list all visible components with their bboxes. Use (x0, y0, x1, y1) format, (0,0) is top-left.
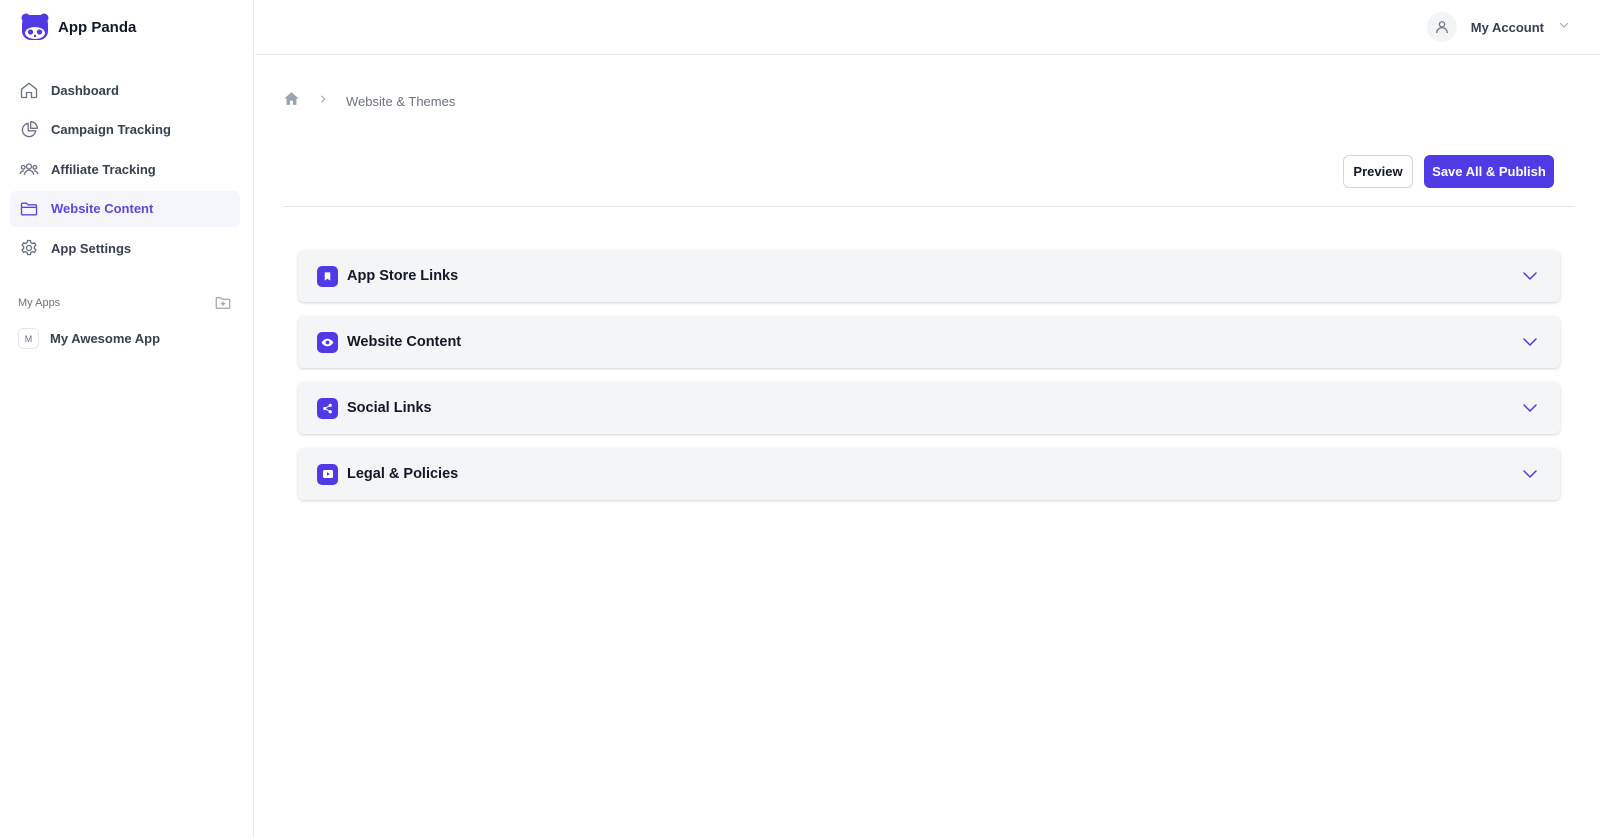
eye-icon (317, 331, 338, 353)
sidebar: App Panda Dashboard Campaign Tracking Af… (0, 0, 254, 837)
play-box-icon (317, 463, 338, 485)
sidebar-item-label: Website Content (51, 201, 154, 216)
breadcrumb-current[interactable]: Website & Themes (346, 94, 455, 109)
sidebar-item-label: Affiliate Tracking (51, 161, 156, 177)
chevron-down-icon (1558, 18, 1570, 36)
sidebar-item-label: Campaign Tracking (51, 122, 171, 137)
section-title: Social Links (347, 400, 432, 416)
user-icon (1426, 12, 1457, 42)
sidebar-item-campaign-tracking[interactable]: Campaign Tracking (10, 112, 240, 148)
chevron-down-icon[interactable] (1520, 266, 1540, 286)
section-title: Website Content (347, 334, 462, 350)
folder-plus-icon[interactable] (213, 293, 233, 313)
chevron-down-icon[interactable] (1520, 332, 1540, 352)
folder-icon (18, 198, 40, 220)
sidebar-item-website-content[interactable]: Website Content (10, 190, 240, 227)
users-icon (18, 158, 40, 180)
chevron-right-icon (318, 92, 328, 110)
chevron-down-icon[interactable] (1520, 464, 1540, 484)
my-apps-header: My Apps (18, 293, 233, 313)
my-apps-title: My Apps (18, 297, 61, 309)
content-sections: App Store Links Website Content Social L… (298, 250, 1560, 514)
divider (283, 206, 1575, 207)
chevron-down-icon[interactable] (1520, 398, 1540, 418)
bookmark-icon (317, 265, 338, 287)
account-menu[interactable]: My Account (1426, 12, 1570, 42)
sidebar-item-affiliate-tracking[interactable]: Affiliate Tracking (10, 151, 240, 187)
home-icon (18, 79, 40, 101)
brand-name: App Panda (58, 18, 137, 36)
app-badge: M (18, 328, 39, 349)
app-name: My Awesome App (50, 331, 161, 346)
sidebar-item-app-settings[interactable]: App Settings (10, 230, 240, 266)
home-solid-icon[interactable] (283, 90, 300, 112)
panda-icon (21, 13, 49, 40)
account-label: My Account (1470, 19, 1544, 35)
gear-icon (18, 237, 40, 259)
section-website-content[interactable]: Website Content (298, 316, 1560, 368)
sidebar-item-label: Dashboard (51, 82, 119, 98)
section-social-links[interactable]: Social Links (298, 382, 1560, 434)
top-bar: My Account (255, 0, 1600, 55)
section-title: Legal & Policies (347, 466, 459, 482)
app-item-my-awesome-app[interactable]: M My Awesome App (18, 328, 160, 349)
section-app-store-links[interactable]: App Store Links (298, 250, 1560, 302)
pie-chart-icon (18, 119, 40, 141)
section-legal-policies[interactable]: Legal & Policies (298, 448, 1560, 500)
breadcrumb: Website & Themes (283, 90, 455, 112)
share-icon (317, 397, 338, 419)
preview-button[interactable]: Preview (1343, 155, 1413, 188)
sidebar-nav: Dashboard Campaign Tracking Affiliate Tr… (10, 72, 240, 270)
save-all-publish-button[interactable]: Save All & Publish (1424, 155, 1554, 188)
sidebar-item-label: App Settings (51, 240, 132, 256)
brand[interactable]: App Panda (20, 12, 136, 42)
section-title: App Store Links (347, 268, 459, 284)
sidebar-item-dashboard[interactable]: Dashboard (10, 72, 240, 108)
